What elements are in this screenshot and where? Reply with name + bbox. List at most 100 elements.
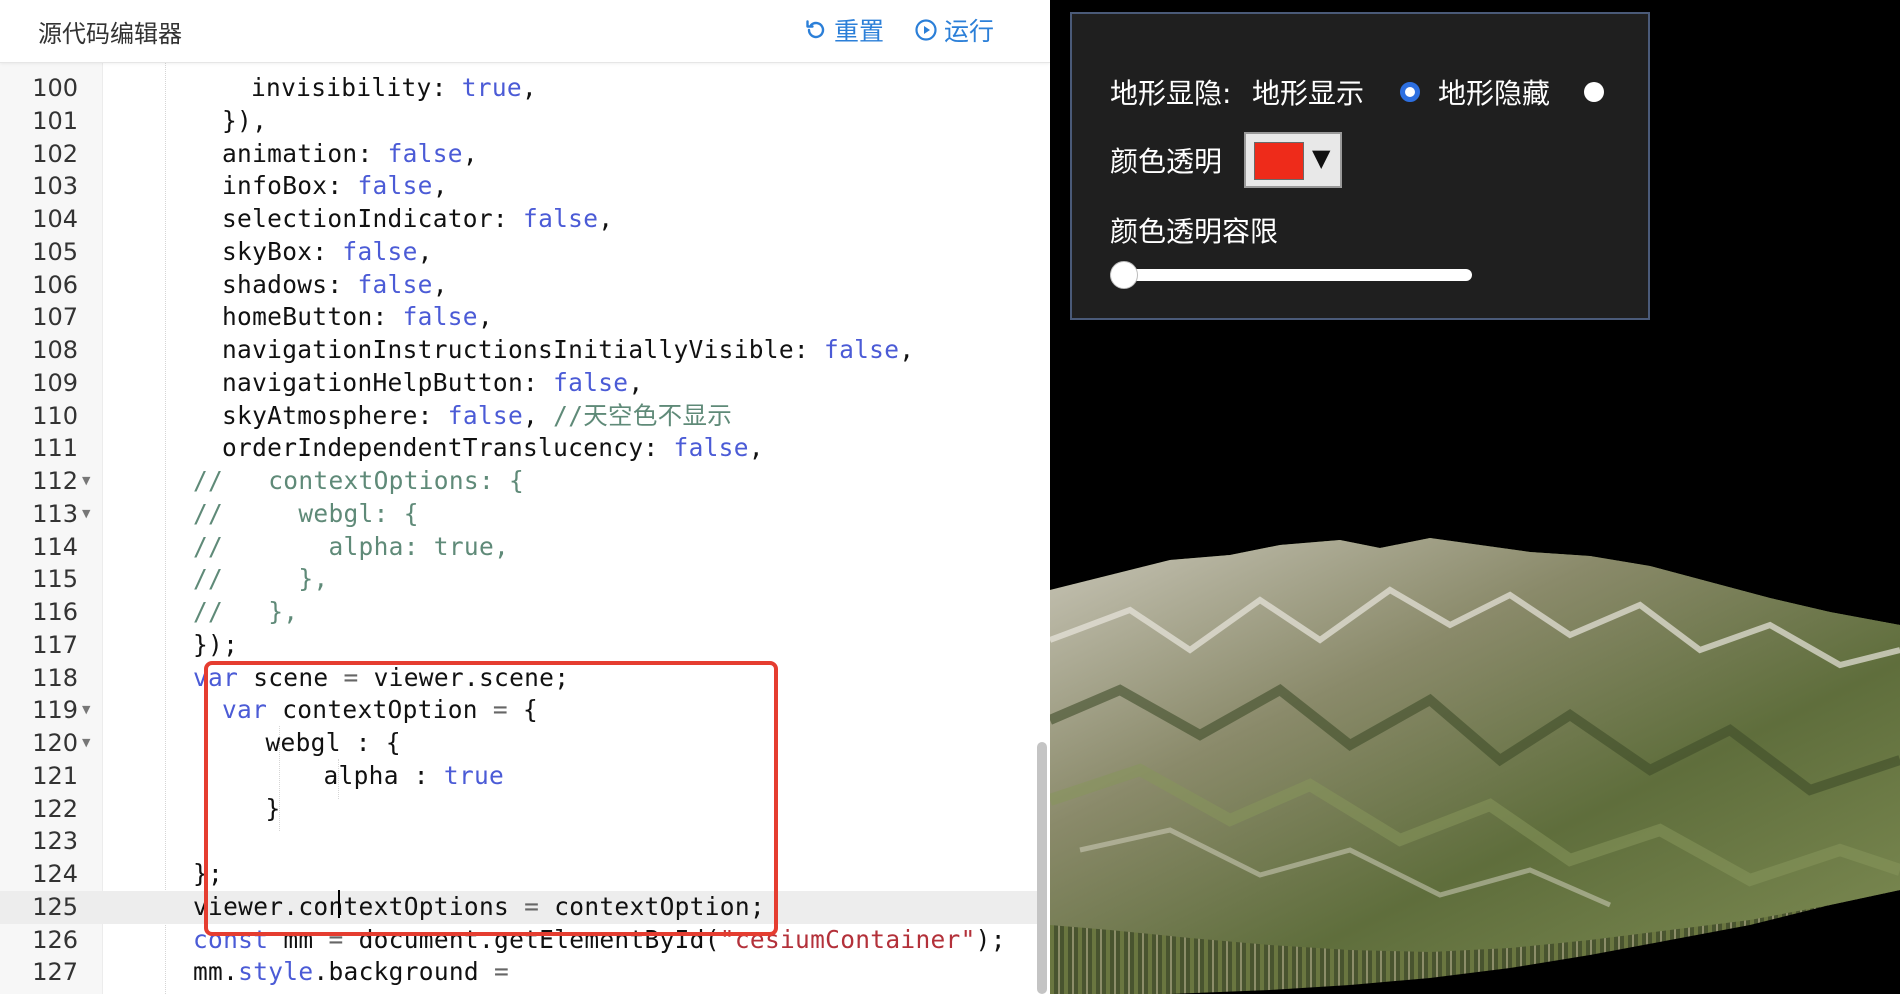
- code-line[interactable]: 108 navigationInstructionsInitiallyVisibl…: [0, 334, 1040, 367]
- code-line[interactable]: 126 const mm = document.getElementById("c…: [0, 924, 1040, 957]
- code-line[interactable]: 113 ▼ // webgl: {: [0, 498, 1040, 531]
- line-number: 106: [32, 270, 78, 299]
- code-text: animation: false,: [222, 138, 478, 171]
- code-line[interactable]: 103 infoBox: false,: [0, 170, 1040, 203]
- terrain-control-panel: 地形显隐: 地形显示 地形隐藏 颜色透明 ▼ 颜色透明容限: [1070, 12, 1650, 320]
- code-line[interactable]: 114 // alpha: true,: [0, 531, 1040, 564]
- code-line[interactable]: 122}: [0, 793, 1040, 826]
- code-text: skyBox: false,: [222, 236, 433, 269]
- code-line[interactable]: 110 skyAtmosphere: false, //天空色不显示: [0, 400, 1040, 433]
- line-number: 123: [32, 827, 78, 856]
- code-token: ,: [521, 73, 537, 102]
- line-number: 125: [32, 892, 78, 921]
- run-label: 运行: [944, 17, 995, 46]
- code-token: infoBox:: [222, 171, 358, 201]
- code-line[interactable]: 118 var scene = viewer.scene;: [0, 662, 1040, 695]
- code-token: true: [443, 760, 505, 790]
- color-transparent-label: 颜色透明: [1110, 145, 1223, 178]
- code-token: // },: [193, 564, 329, 594]
- code-token: animation:: [222, 138, 388, 168]
- code-token: ,: [748, 433, 764, 463]
- code-token: shadows:: [222, 269, 358, 299]
- code-text: // },: [193, 563, 328, 596]
- color-tolerance-label: 颜色透明容限: [1110, 215, 1279, 248]
- reset-button[interactable]: 重置: [804, 12, 884, 48]
- code-token: selectionIndicator:: [222, 204, 524, 233]
- code-token: "cesiumContainer": [719, 924, 976, 954]
- fold-arrow-icon[interactable]: ▼: [82, 498, 90, 531]
- code-line[interactable]: 125 viewer.contextOptions = contextOption…: [0, 890, 1040, 924]
- code-token: ,: [628, 367, 644, 397]
- code-text: }: [266, 793, 281, 826]
- code-line[interactable]: 124};: [0, 858, 1040, 891]
- code-line[interactable]: 121 alpha : true: [0, 760, 1040, 793]
- code-token: false: [357, 269, 433, 299]
- code-line[interactable]: 117});: [0, 629, 1040, 662]
- code-line[interactable]: 127 mm.style.background =: [0, 956, 1040, 989]
- code-line[interactable]: 107 homeButton: false,: [0, 301, 1040, 334]
- fold-arrow-icon[interactable]: ▼: [82, 465, 90, 498]
- code-line[interactable]: 112 ▼ // contextOptions: {: [0, 465, 1040, 498]
- color-swatch: [1254, 142, 1304, 180]
- code-text: // contextOptions: {: [193, 465, 524, 498]
- code-token: ,: [462, 138, 478, 168]
- code-line[interactable]: 119 ▼ var contextOption = {: [0, 694, 1040, 727]
- code-token: =: [524, 891, 540, 921]
- line-number: 101: [32, 106, 78, 135]
- fold-arrow-icon[interactable]: ▼: [82, 694, 90, 727]
- line-number: 124: [32, 860, 78, 888]
- code-token: }: [265, 793, 281, 823]
- code-line[interactable]: 116 // },: [0, 596, 1040, 629]
- slider-thumb[interactable]: [1110, 261, 1138, 289]
- line-number: 117: [32, 630, 78, 659]
- code-text: navigationInstructionsInitiallyVisible: …: [222, 334, 914, 367]
- tolerance-slider[interactable]: [1110, 261, 1472, 289]
- code-token: });: [193, 629, 239, 659]
- code-token: // alpha: true,: [193, 531, 510, 561]
- code-line[interactable]: 109 navigationHelpButton: false,: [0, 367, 1040, 400]
- code-token: navigationHelpButton:: [222, 367, 554, 397]
- code-line[interactable]: 101}),: [0, 105, 1040, 138]
- code-text: };: [193, 858, 223, 891]
- code-token: false: [342, 236, 418, 266]
- code-line[interactable]: 115 // },: [0, 563, 1040, 596]
- code-line[interactable]: 123: [0, 825, 1040, 858]
- editor-scrollbar[interactable]: [1037, 742, 1047, 994]
- code-token: false: [824, 335, 900, 364]
- code-token: };: [193, 859, 224, 888]
- code-line[interactable]: 105 skyBox: false,: [0, 236, 1040, 269]
- code-token: ,: [523, 400, 554, 430]
- code-line[interactable]: 111 orderIndependentTranslucency: false,: [0, 432, 1040, 465]
- terrain-hide-radio[interactable]: [1584, 82, 1604, 102]
- line-number: 104: [32, 205, 78, 233]
- code-token: );: [975, 924, 1006, 954]
- code-token: false: [673, 433, 749, 463]
- run-button[interactable]: 运行: [914, 12, 994, 48]
- fold-arrow-icon[interactable]: ▼: [82, 727, 90, 760]
- code-token: {: [507, 695, 539, 725]
- code-token: var: [193, 662, 239, 692]
- code-token: orderIndependentTranslucency:: [222, 433, 674, 463]
- code-line[interactable]: 104 selectionIndicator: false,: [0, 203, 1040, 236]
- code-token: ,: [598, 204, 614, 233]
- code-text: // alpha: true,: [193, 531, 509, 564]
- code-area[interactable]: 100 invisibility: true, 101}), 102 animation…: [0, 72, 1040, 989]
- code-token: navigationInstructionsInitiallyVisible:: [222, 335, 825, 364]
- color-picker[interactable]: ▼: [1244, 132, 1342, 188]
- code-token: homeButton:: [222, 302, 403, 332]
- code-token: contextOption;: [539, 891, 765, 921]
- code-token: false: [523, 204, 599, 233]
- code-token: // contextOptions: {: [193, 466, 525, 495]
- line-number: 112: [32, 467, 78, 495]
- code-token: =: [492, 695, 508, 725]
- code-token: ,: [477, 302, 493, 332]
- terrain-show-radio[interactable]: [1400, 82, 1420, 102]
- code-token: alpha :: [323, 760, 444, 790]
- code-text: selectionIndicator: false,: [222, 203, 613, 236]
- code-line[interactable]: 120 ▼ webgl : {: [0, 727, 1040, 760]
- code-line[interactable]: 106 shadows: false,: [0, 269, 1040, 302]
- code-token: const: [193, 924, 269, 954]
- code-text: shadows: false,: [222, 269, 448, 302]
- code-line[interactable]: 100 invisibility: true,: [0, 72, 1040, 105]
- code-line[interactable]: 102 animation: false,: [0, 138, 1040, 171]
